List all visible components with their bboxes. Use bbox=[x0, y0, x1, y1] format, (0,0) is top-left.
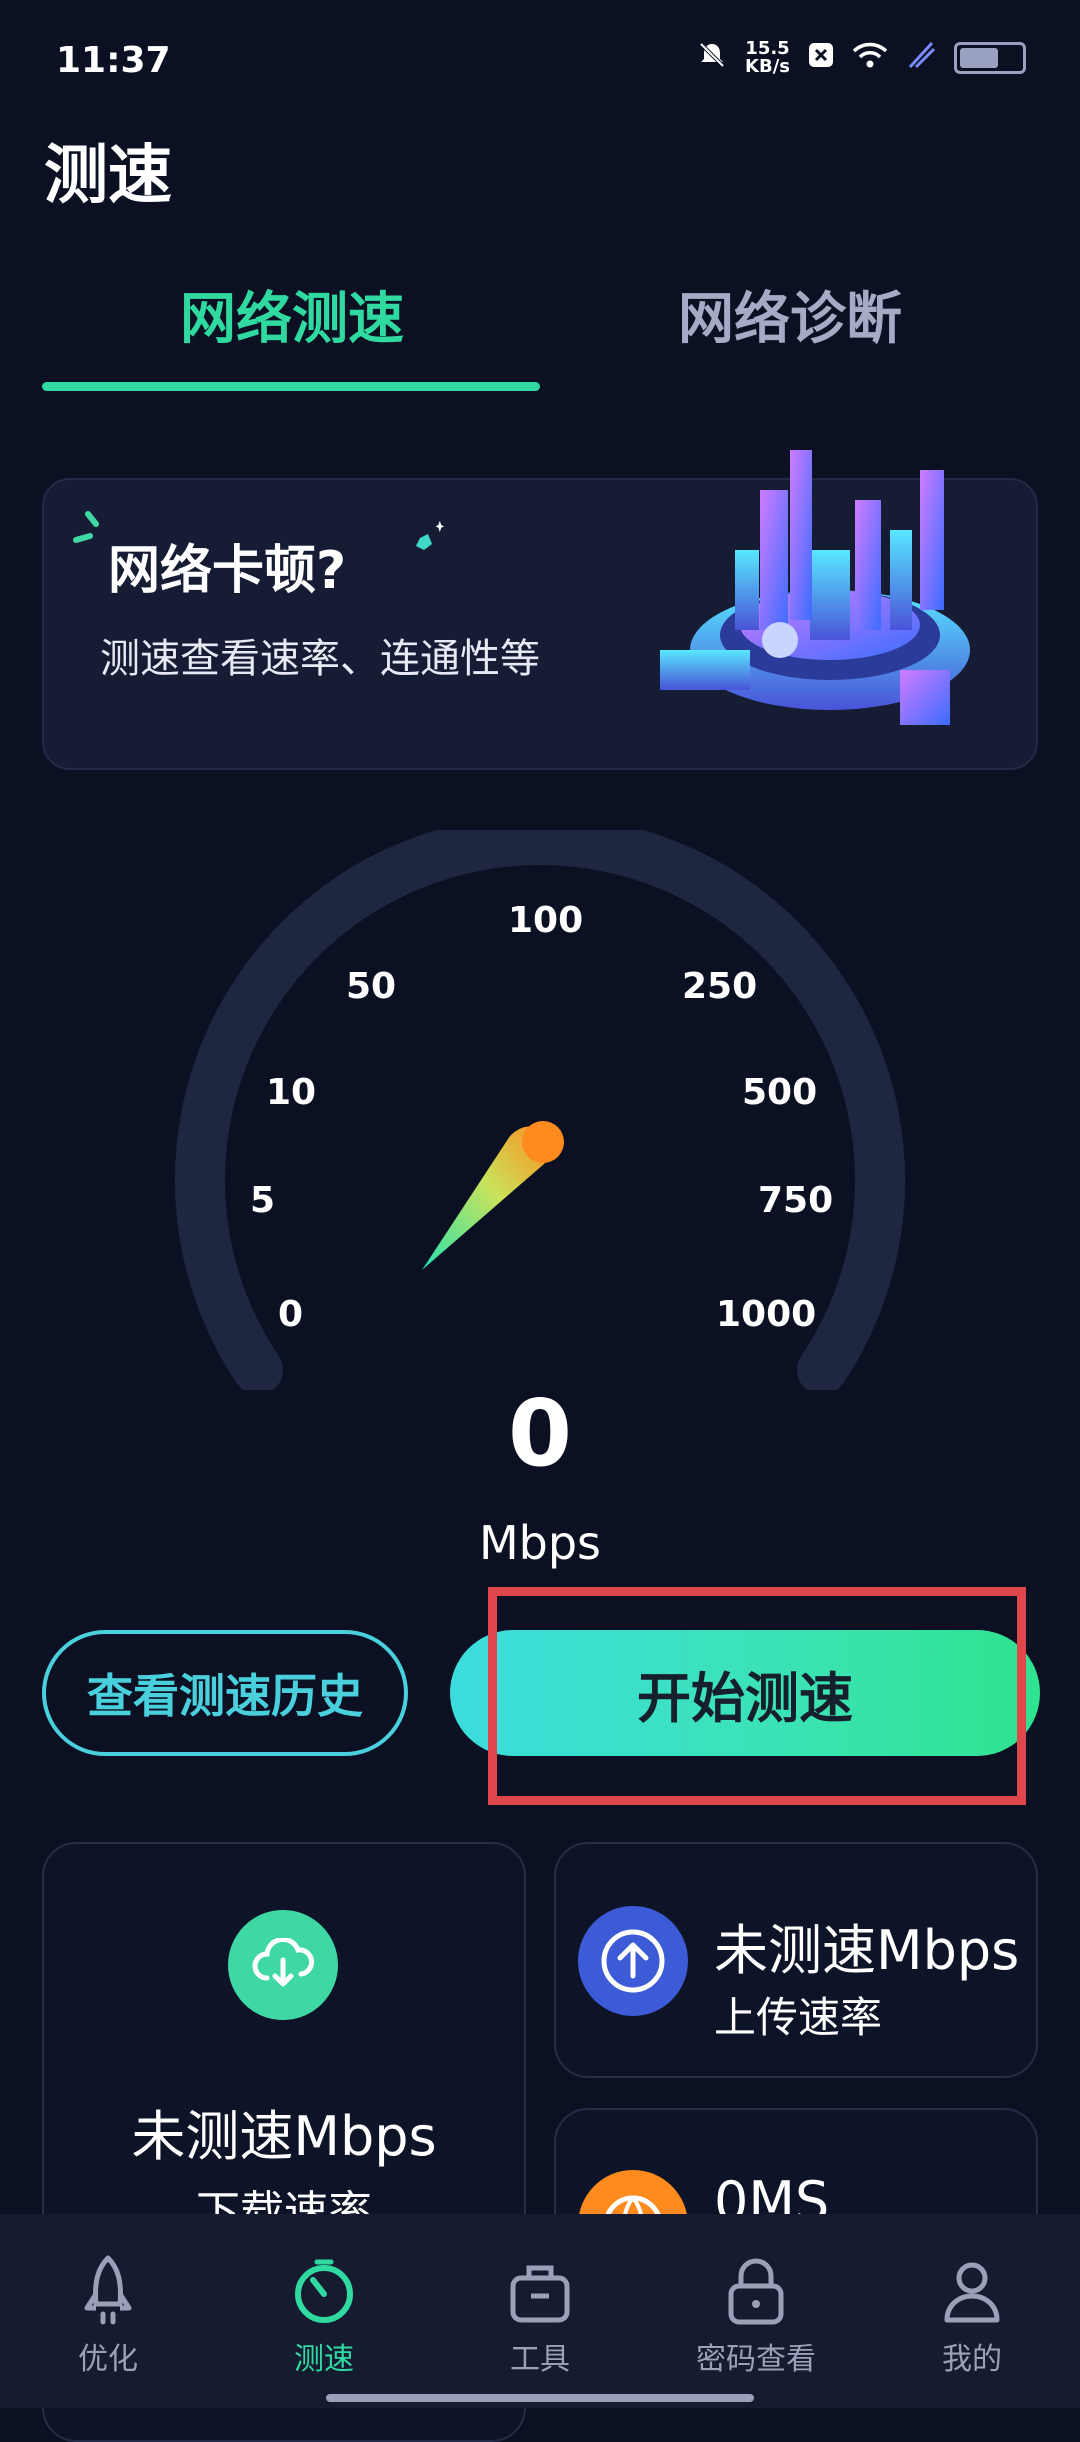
tab-indicator bbox=[42, 382, 540, 391]
nav-label: 测速 bbox=[294, 2342, 354, 2377]
tab-network-speed-test[interactable]: 网络测速 bbox=[22, 274, 562, 355]
notification-x-icon bbox=[808, 42, 834, 74]
gauge-label-100: 100 bbox=[508, 900, 584, 941]
mute-icon bbox=[697, 40, 727, 76]
tab-network-diagnosis[interactable]: 网络诊断 bbox=[520, 274, 1060, 355]
net-speed-unit: KB/s bbox=[745, 56, 790, 77]
upload-arrow-icon bbox=[578, 1906, 688, 2016]
charging-icon bbox=[906, 41, 936, 75]
nav-label: 我的 bbox=[942, 2342, 1002, 2377]
speedometer-icon bbox=[295, 2259, 353, 2323]
battery-icon bbox=[954, 42, 1026, 74]
nav-item-tools[interactable]: 工具 bbox=[432, 2254, 648, 2378]
person-icon bbox=[944, 2262, 1000, 2323]
upload-label: 上传速率 bbox=[714, 1993, 883, 2042]
city-illustration bbox=[660, 450, 970, 725]
gauge-label-50: 50 bbox=[346, 966, 397, 1007]
wifi-icon bbox=[852, 41, 888, 75]
download-value: 未测速Mbps bbox=[131, 2105, 437, 2168]
upload-value: 未测速Mbps bbox=[714, 1919, 1020, 1982]
banner-subtitle: 测速查看速率、连通性等 bbox=[100, 636, 540, 682]
gauge-label-0: 0 bbox=[278, 1294, 304, 1335]
status-icons: 15.5 KB/s bbox=[697, 40, 1026, 76]
home-indicator[interactable] bbox=[326, 2394, 754, 2402]
highlight-box bbox=[488, 1587, 1026, 1805]
nav-item-speedtest[interactable]: 测速 bbox=[216, 2254, 432, 2378]
net-speed: 15.5 KB/s bbox=[745, 40, 790, 76]
lock-icon bbox=[728, 2258, 784, 2325]
nav-label: 优化 bbox=[78, 2342, 138, 2377]
nav-item-password-view[interactable]: 密码查看 bbox=[648, 2254, 864, 2378]
speed-unit: Mbps bbox=[478, 1516, 602, 1570]
banner-title: 网络卡顿? bbox=[108, 541, 347, 601]
gauge-label-10: 10 bbox=[266, 1072, 317, 1113]
gauge-label-5: 5 bbox=[250, 1180, 276, 1221]
gauge-label-500: 500 bbox=[742, 1072, 818, 1113]
view-history-button[interactable]: 查看测速历史 bbox=[42, 1630, 408, 1756]
nav-item-mine[interactable]: 我的 bbox=[864, 2254, 1080, 2378]
status-time: 11:37 bbox=[56, 40, 171, 81]
gauge-label-1000: 1000 bbox=[716, 1294, 817, 1335]
nav-label: 密码查看 bbox=[696, 2342, 816, 2377]
gauge-label-750: 750 bbox=[758, 1180, 834, 1221]
toolbox-icon bbox=[510, 2265, 570, 2323]
speed-value: 0 bbox=[507, 1380, 572, 1487]
nav-label: 工具 bbox=[510, 2342, 570, 2377]
gauge-label-250: 250 bbox=[682, 966, 758, 1007]
nav-item-optimize[interactable]: 优化 bbox=[0, 2254, 216, 2378]
page-title: 测速 bbox=[44, 139, 172, 213]
cloud-download-icon bbox=[228, 1910, 338, 2020]
star-icon bbox=[416, 520, 444, 550]
rocket-icon bbox=[84, 2255, 132, 2325]
